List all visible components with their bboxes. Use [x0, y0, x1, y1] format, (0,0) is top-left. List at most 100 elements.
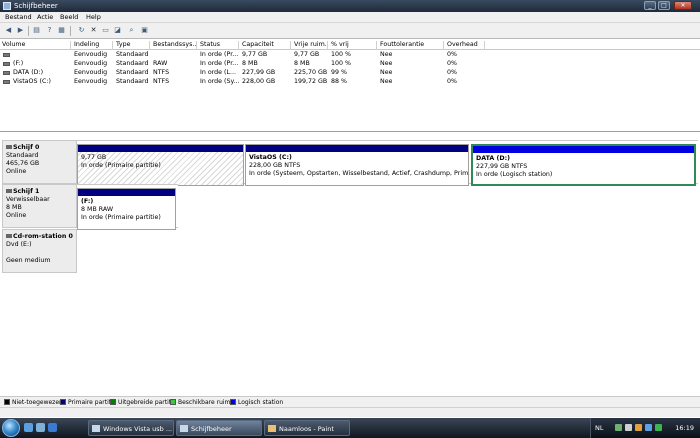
column-header[interactable]: Capaciteit — [240, 41, 291, 50]
table-row[interactable]: Eenvoudig Standaard In orde (Pr... 9,77 … — [0, 51, 700, 60]
table-cell: Nee — [380, 60, 393, 67]
table-cell: In orde (Pr... — [200, 51, 239, 58]
legend-item: Primaire partitie — [60, 399, 116, 406]
partition-size: 228,00 GB NTFS — [249, 162, 301, 169]
menu-help[interactable]: Help — [86, 13, 101, 21]
system-tray: NL 16:19 — [590, 418, 700, 438]
table-cell: 100 % — [331, 60, 352, 67]
refresh-icon[interactable]: ↻ — [77, 26, 86, 35]
partition-unlabeled[interactable]: 9,77 GB In orde (Primaire partitie) — [77, 144, 244, 186]
partition-status: In orde (Primaire partitie) — [81, 162, 161, 169]
tray-app-icon[interactable] — [645, 424, 652, 431]
tray-app-icon[interactable] — [635, 424, 642, 431]
table-cell: 100 % — [331, 51, 352, 58]
partition-label: VistaOS (C:) — [249, 154, 292, 161]
partition-data-d[interactable]: DATA (D:) 227,99 GB NTFS In orde (Logisc… — [471, 144, 696, 186]
column-header[interactable]: Indeling — [72, 41, 113, 50]
partition-label: (F:) — [81, 198, 94, 205]
table-cell: 199,72 GB — [294, 78, 328, 85]
table-cell: (F:) — [13, 60, 24, 67]
volume-list[interactable]: Volume Indeling Type Bestandssys... Stat… — [0, 40, 700, 132]
task-paint[interactable]: Naamloos - Paint — [264, 420, 350, 436]
menu-bestand[interactable]: Bestand — [5, 13, 32, 21]
switch-windows-icon[interactable] — [36, 423, 45, 432]
volume-list-icon[interactable]: ▤ — [32, 26, 41, 35]
menu-beeld[interactable]: Beeld — [60, 13, 78, 21]
minimize-button[interactable]: _ — [644, 1, 656, 10]
column-header[interactable]: Bestandssys... — [151, 41, 197, 50]
language-indicator[interactable]: NL — [595, 424, 603, 432]
close-button[interactable]: ✕ — [674, 1, 692, 10]
disk-graphical-view[interactable]: Schijf 0 Standaard 465,76 GB Online 9,77… — [0, 136, 700, 391]
disk-0-partitions: 9,77 GB In orde (Primaire partitie) Vist… — [77, 140, 698, 186]
table-cell: RAW — [153, 60, 168, 67]
table-cell: NTFS — [153, 78, 170, 85]
menu-actie[interactable]: Actie — [37, 13, 53, 21]
column-header[interactable]: Volume — [0, 41, 71, 50]
table-cell: 99 % — [331, 69, 347, 76]
table-cell: 225,70 GB — [294, 69, 328, 76]
explore-icon[interactable]: ◪ — [113, 26, 122, 35]
zoom-icon[interactable]: ⌕ — [127, 26, 136, 35]
column-header[interactable]: Status — [198, 41, 239, 50]
legend-swatch — [110, 399, 116, 405]
disk-1-label[interactable]: Schijf 1 Verwisselbaar 8 MB Online — [2, 184, 77, 228]
back-arrow-icon[interactable]: ◀ — [4, 26, 13, 35]
partition-status: In orde (Primaire partitie) — [81, 214, 161, 221]
table-cell: Eenvoudig — [74, 69, 108, 76]
column-header[interactable]: Fouttolerantie — [378, 41, 444, 50]
window-title: Schijfbeheer — [14, 2, 58, 10]
volume-icon[interactable] — [625, 424, 632, 431]
legend-item: Niet-toegewezen — [4, 399, 63, 406]
disk-view-icon[interactable]: ▣ — [140, 26, 149, 35]
help-icon[interactable]: ? — [45, 26, 54, 35]
table-row[interactable]: (F:) Eenvoudig Standaard RAW In orde (Pr… — [0, 60, 700, 69]
cdrom-0-label[interactable]: Cd-rom-station 0 Dvd (E:) Geen medium — [2, 229, 77, 273]
table-cell: NTFS — [153, 69, 170, 76]
task-windows-vista-usb[interactable]: Windows Vista usb ... — [88, 420, 174, 436]
toolbar: ◀ ▶ ▤ ? ▦ ↻ ✕ ▭ ◪ ⌕ ▣ — [0, 23, 700, 39]
legend-item: Beschikbare ruimte — [170, 399, 236, 406]
primary-partition-bar — [246, 145, 468, 152]
maximize-button[interactable]: □ — [658, 1, 670, 10]
removable-disk-icon — [6, 189, 12, 193]
taskbar: Windows Vista usb ... Schijfbeheer Naaml… — [0, 418, 700, 438]
table-row[interactable]: VistaOS (C:) Eenvoudig Standaard NTFS In… — [0, 78, 700, 87]
internet-explorer-icon[interactable] — [48, 423, 57, 432]
task-schijfbeheer[interactable]: Schijfbeheer — [176, 420, 262, 436]
volume-icon — [3, 53, 10, 57]
folder-open-icon[interactable]: ▭ — [101, 26, 110, 35]
partition-vistaos-c[interactable]: VistaOS (C:) 228,00 GB NTFS In orde (Sys… — [245, 144, 469, 186]
column-header[interactable]: Overhead — [445, 41, 485, 50]
disk-size: 8 MB — [6, 204, 22, 211]
disk-0-label[interactable]: Schijf 0 Standaard 465,76 GB Online — [2, 140, 77, 184]
disk-status: Online — [6, 168, 27, 175]
title-bar[interactable]: Schijfbeheer _ □ ✕ — [0, 0, 700, 12]
disk-size: 465,76 GB — [6, 160, 40, 167]
start-button[interactable] — [2, 419, 20, 437]
table-cell: Eenvoudig — [74, 78, 108, 85]
table-cell: In orde (Sy... — [200, 78, 240, 85]
table-cell: Nee — [380, 69, 393, 76]
column-header[interactable]: % vrij — [329, 41, 377, 50]
window-icon — [92, 425, 100, 432]
table-cell: Nee — [380, 51, 393, 58]
legend-item: Uitgebreide partitie — [110, 399, 177, 406]
partition-size: 8 MB RAW — [81, 206, 114, 213]
toolbar-separator — [28, 26, 29, 36]
table-cell: 88 % — [331, 78, 347, 85]
table-cell: VistaOS (C:) — [13, 78, 51, 85]
partition-f[interactable]: (F:) 8 MB RAW In orde (Primaire partitie… — [77, 188, 176, 230]
delete-icon[interactable]: ✕ — [89, 26, 98, 35]
table-cell: Standaard — [116, 69, 149, 76]
column-header[interactable]: Type — [114, 41, 150, 50]
tray-app-icon[interactable] — [655, 424, 662, 431]
network-icon[interactable] — [615, 424, 622, 431]
disk-type: Standaard — [6, 152, 39, 159]
column-header[interactable]: Vrije ruim... — [292, 41, 328, 50]
forward-arrow-icon[interactable]: ▶ — [16, 26, 25, 35]
show-desktop-icon[interactable] — [24, 423, 33, 432]
properties-icon[interactable]: ▦ — [57, 26, 66, 35]
clock[interactable]: 16:19 — [675, 424, 694, 432]
table-row[interactable]: DATA (D:) Eenvoudig Standaard NTFS In or… — [0, 69, 700, 78]
